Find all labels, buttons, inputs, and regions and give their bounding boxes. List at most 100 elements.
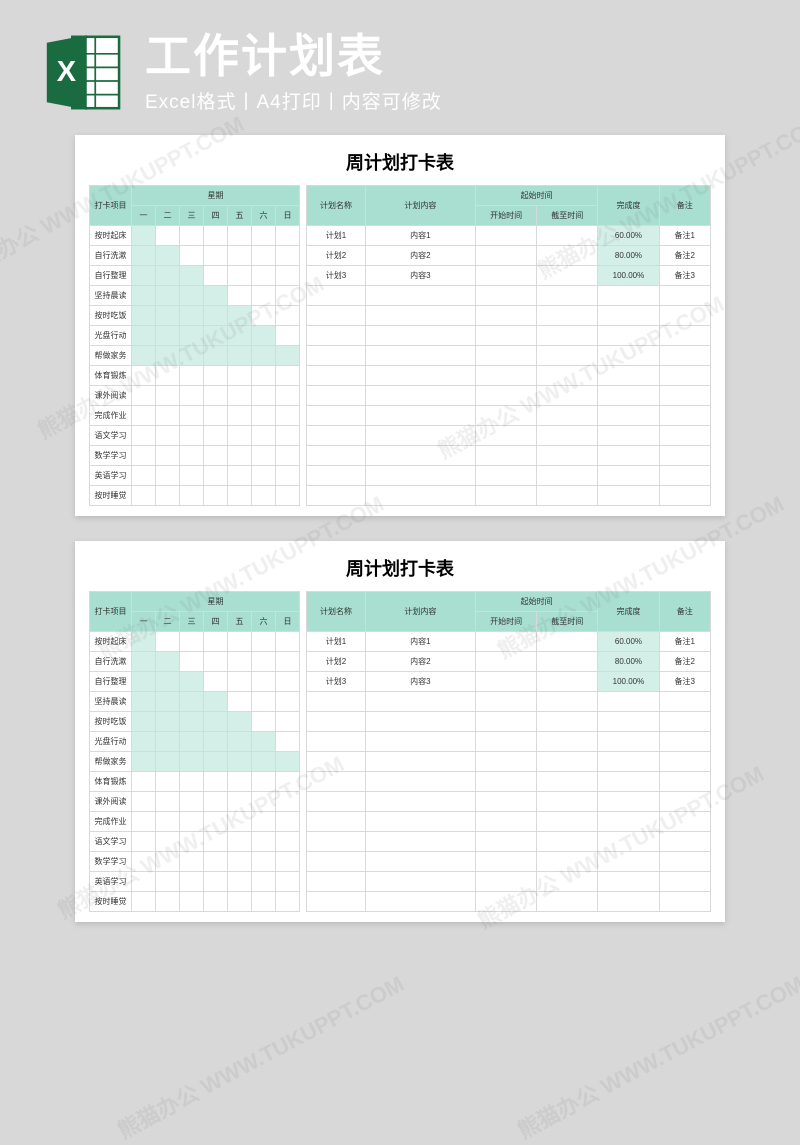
day-cell[interactable]	[276, 266, 300, 286]
plan-pct[interactable]: 60.00%	[598, 632, 659, 652]
day-cell[interactable]	[180, 752, 204, 772]
empty-cell[interactable]	[475, 386, 536, 406]
empty-cell[interactable]	[307, 326, 366, 346]
empty-cell[interactable]	[475, 852, 536, 872]
day-cell[interactable]	[204, 286, 228, 306]
day-cell[interactable]	[156, 872, 180, 892]
day-cell[interactable]	[156, 852, 180, 872]
empty-cell[interactable]	[537, 326, 598, 346]
day-cell[interactable]	[228, 346, 252, 366]
empty-cell[interactable]	[598, 486, 659, 506]
empty-cell[interactable]	[475, 486, 536, 506]
plan-pct[interactable]: 80.00%	[598, 652, 659, 672]
empty-cell[interactable]	[365, 326, 475, 346]
day-cell[interactable]	[132, 326, 156, 346]
empty-cell[interactable]	[307, 366, 366, 386]
plan-start[interactable]	[475, 672, 536, 692]
day-cell[interactable]	[252, 386, 276, 406]
empty-cell[interactable]	[598, 366, 659, 386]
day-cell[interactable]	[252, 446, 276, 466]
day-cell[interactable]	[228, 306, 252, 326]
day-cell[interactable]	[252, 286, 276, 306]
day-cell[interactable]	[276, 366, 300, 386]
day-cell[interactable]	[276, 386, 300, 406]
empty-cell[interactable]	[365, 752, 475, 772]
day-cell[interactable]	[156, 386, 180, 406]
day-cell[interactable]	[252, 346, 276, 366]
plan-pct[interactable]: 100.00%	[598, 672, 659, 692]
plan-content[interactable]: 内容3	[365, 672, 475, 692]
empty-cell[interactable]	[365, 286, 475, 306]
day-cell[interactable]	[276, 812, 300, 832]
day-cell[interactable]	[276, 286, 300, 306]
plan-end[interactable]	[537, 672, 598, 692]
empty-cell[interactable]	[307, 812, 366, 832]
empty-cell[interactable]	[537, 426, 598, 446]
day-cell[interactable]	[180, 712, 204, 732]
empty-cell[interactable]	[307, 852, 366, 872]
empty-cell[interactable]	[365, 466, 475, 486]
empty-cell[interactable]	[307, 772, 366, 792]
day-cell[interactable]	[276, 872, 300, 892]
empty-cell[interactable]	[598, 386, 659, 406]
plan-end[interactable]	[537, 226, 598, 246]
plan-name[interactable]: 计划2	[307, 652, 366, 672]
empty-cell[interactable]	[598, 326, 659, 346]
day-cell[interactable]	[180, 692, 204, 712]
plan-pct[interactable]: 100.00%	[598, 266, 659, 286]
day-cell[interactable]	[180, 406, 204, 426]
day-cell[interactable]	[204, 466, 228, 486]
day-cell[interactable]	[156, 246, 180, 266]
empty-cell[interactable]	[307, 832, 366, 852]
day-cell[interactable]	[252, 466, 276, 486]
empty-cell[interactable]	[307, 466, 366, 486]
day-cell[interactable]	[228, 486, 252, 506]
day-cell[interactable]	[228, 246, 252, 266]
day-cell[interactable]	[276, 852, 300, 872]
day-cell[interactable]	[156, 792, 180, 812]
day-cell[interactable]	[132, 892, 156, 912]
day-cell[interactable]	[204, 386, 228, 406]
day-cell[interactable]	[180, 266, 204, 286]
empty-cell[interactable]	[475, 732, 536, 752]
day-cell[interactable]	[204, 752, 228, 772]
day-cell[interactable]	[156, 446, 180, 466]
empty-cell[interactable]	[475, 792, 536, 812]
empty-cell[interactable]	[307, 692, 366, 712]
empty-cell[interactable]	[598, 792, 659, 812]
empty-cell[interactable]	[537, 286, 598, 306]
plan-note[interactable]: 备注2	[659, 246, 710, 266]
plan-start[interactable]	[475, 266, 536, 286]
plan-end[interactable]	[537, 246, 598, 266]
day-cell[interactable]	[156, 266, 180, 286]
empty-cell[interactable]	[598, 286, 659, 306]
day-cell[interactable]	[180, 652, 204, 672]
empty-cell[interactable]	[537, 486, 598, 506]
day-cell[interactable]	[180, 286, 204, 306]
plan-name[interactable]: 计划3	[307, 266, 366, 286]
day-cell[interactable]	[276, 406, 300, 426]
empty-cell[interactable]	[537, 366, 598, 386]
day-cell[interactable]	[132, 852, 156, 872]
day-cell[interactable]	[204, 326, 228, 346]
empty-cell[interactable]	[598, 852, 659, 872]
day-cell[interactable]	[228, 406, 252, 426]
day-cell[interactable]	[252, 652, 276, 672]
empty-cell[interactable]	[537, 792, 598, 812]
day-cell[interactable]	[276, 892, 300, 912]
empty-cell[interactable]	[659, 466, 710, 486]
day-cell[interactable]	[252, 672, 276, 692]
empty-cell[interactable]	[365, 712, 475, 732]
day-cell[interactable]	[156, 812, 180, 832]
empty-cell[interactable]	[365, 346, 475, 366]
day-cell[interactable]	[204, 812, 228, 832]
empty-cell[interactable]	[598, 812, 659, 832]
empty-cell[interactable]	[659, 326, 710, 346]
empty-cell[interactable]	[475, 326, 536, 346]
day-cell[interactable]	[156, 466, 180, 486]
day-cell[interactable]	[204, 426, 228, 446]
plan-name[interactable]: 计划1	[307, 226, 366, 246]
day-cell[interactable]	[276, 426, 300, 446]
day-cell[interactable]	[132, 732, 156, 752]
empty-cell[interactable]	[537, 692, 598, 712]
